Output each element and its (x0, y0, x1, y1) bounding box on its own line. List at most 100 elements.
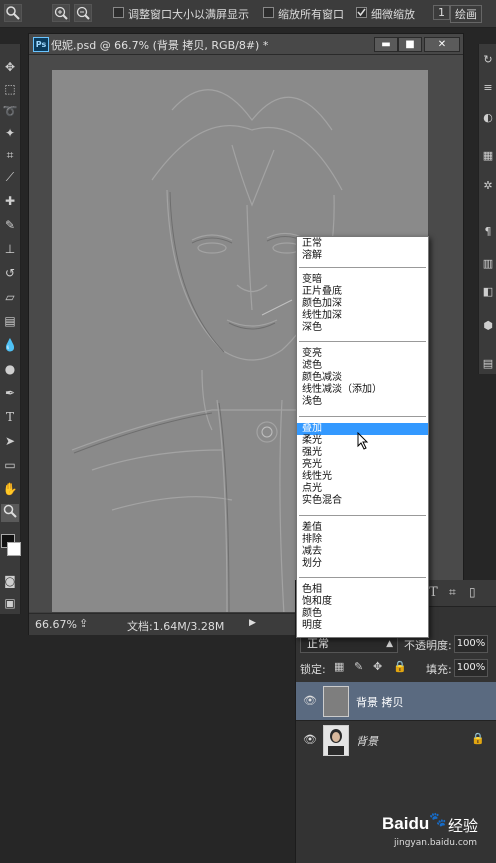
lock-all-icon[interactable]: 🔒 (393, 660, 407, 673)
menu-item-darker-color[interactable]: 深色 (297, 322, 428, 334)
menu-item-lighter-color[interactable]: 浅色 (297, 396, 428, 408)
zoom-icon[interactable] (4, 4, 22, 22)
menu-item-color[interactable]: 颜色 (297, 608, 428, 620)
visibility-eye-icon[interactable]: 👁 (303, 694, 317, 707)
menu-item-linear-light[interactable]: 线性光 (297, 471, 428, 483)
shape-filter-icon[interactable]: ⌗ (449, 585, 456, 600)
zoom-out-icon[interactable] (74, 4, 92, 22)
menu-item-dissolve[interactable]: 溶解 (297, 250, 428, 262)
magic-wand-icon[interactable]: ✦ (1, 124, 19, 142)
hand-tool-icon[interactable]: ✋ (1, 480, 19, 498)
scrubby-zoom-label: 细微缩放 (371, 8, 415, 21)
lock-position-icon[interactable]: ✥ (373, 660, 382, 673)
marquee-tool-icon[interactable]: ⬚ (1, 80, 19, 98)
menu-separator (299, 341, 426, 342)
fill-input[interactable]: 100% (454, 659, 488, 677)
pen-tool-icon[interactable]: ✒ (1, 384, 19, 402)
gear-icon[interactable]: ✲ (480, 178, 496, 194)
zoom-tool-icon[interactable] (1, 504, 19, 522)
menu-item-exclusion[interactable]: 排除 (297, 534, 428, 546)
close-button[interactable]: ✕ (424, 37, 460, 52)
menu-item-hard-mix[interactable]: 实色混合 (297, 495, 428, 507)
path-selection-icon[interactable]: ➤ (1, 432, 19, 450)
swatches-icon[interactable]: ◐ (480, 110, 496, 126)
quick-mask-icon[interactable]: ◙ (1, 572, 19, 590)
brush-presets-icon[interactable]: ≡ (480, 80, 496, 96)
crop-tool-icon[interactable]: ⌗ (1, 146, 19, 164)
export-icon[interactable]: ⇪ (79, 617, 88, 630)
3d-icon[interactable]: ⬢ (480, 318, 496, 334)
document-info: 文档:1.64M/3.28M (127, 620, 225, 633)
scrubby-zoom-checkbox[interactable] (356, 7, 367, 18)
layer-name[interactable]: 背景 (356, 733, 378, 749)
menu-item-subtract[interactable]: 减去 (297, 546, 428, 558)
blend-mode-value: 正常 (307, 637, 329, 650)
menu-item-difference[interactable]: 差值 (297, 522, 428, 534)
opacity-input[interactable]: 100% (454, 635, 488, 653)
menu-item-color-burn[interactable]: 颜色加深 (297, 298, 428, 310)
clone-stamp-icon[interactable]: ⊥ (1, 240, 19, 258)
document-tab[interactable]: Ps 倪妮.psd @ 66.7% (背景 拷贝, RGB/8#) * ▬ ■ … (29, 34, 463, 55)
zoom-in-icon[interactable] (52, 4, 70, 22)
layer-name[interactable]: 背景 拷贝 (356, 694, 404, 710)
type-filter-icon[interactable]: T (429, 585, 438, 600)
background-color-swatch[interactable] (7, 542, 21, 556)
shape-tool-icon[interactable]: ▭ (1, 456, 19, 474)
menu-item-vivid-light[interactable]: 亮光 (297, 459, 428, 471)
properties-icon[interactable]: ▤ (480, 356, 496, 372)
paragraph-icon[interactable]: ¶ (480, 224, 496, 240)
menu-item-linear-burn[interactable]: 线性加深 (297, 310, 428, 322)
history-brush-icon[interactable]: ↺ (1, 264, 19, 282)
lock-icon: 🔒 (471, 732, 485, 745)
eyedropper-icon[interactable]: ⟋ (1, 168, 19, 186)
zoom-all-label: 缩放所有窗口 (278, 8, 344, 21)
gradient-tool-icon[interactable]: ▤ (1, 312, 19, 330)
menu-item-hue[interactable]: 色相 (297, 584, 428, 596)
maximize-button[interactable]: ■ (398, 37, 422, 52)
minimize-button[interactable]: ▬ (374, 37, 398, 52)
dodge-tool-icon[interactable]: ● (1, 360, 19, 378)
eraser-tool-icon[interactable]: ▱ (1, 288, 19, 306)
lock-label: 锁定: (300, 663, 326, 676)
actual-pixels-button[interactable]: 1 (433, 5, 450, 20)
lasso-tool-icon[interactable]: ➰ (1, 102, 19, 120)
type-tool-icon[interactable]: T (1, 408, 19, 426)
lock-image-icon[interactable]: ✎ (354, 660, 363, 673)
visibility-eye-icon[interactable]: 👁 (303, 733, 317, 746)
grid-icon[interactable]: ▦ (480, 148, 496, 164)
screen-mode-icon[interactable]: ▣ (1, 594, 19, 612)
healing-brush-icon[interactable]: ✚ (1, 192, 19, 210)
menu-item-multiply[interactable]: 正片叠底 (297, 286, 428, 298)
smart-object-filter-icon[interactable]: ▯ (469, 585, 476, 599)
menu-item-darken[interactable]: 变暗 (297, 274, 428, 286)
move-tool-icon[interactable]: ✥ (1, 58, 19, 76)
blur-tool-icon[interactable]: 💧 (1, 336, 19, 354)
lock-transparent-icon[interactable]: ▦ (334, 660, 344, 673)
menu-item-lighten[interactable]: 变亮 (297, 348, 428, 360)
menu-item-screen[interactable]: 滤色 (297, 360, 428, 372)
document-title: 倪妮.psd @ 66.7% (背景 拷贝, RGB/8#) * (51, 39, 269, 52)
tools-panel: ✥ ⬚ ➰ ✦ ⌗ ⟋ ✚ ✎ ⊥ ↺ ▱ ▤ 💧 ● ✒ T ➤ ▭ ✋ ◙ … (0, 44, 21, 614)
menu-item-saturation[interactable]: 饱和度 (297, 596, 428, 608)
layer-row-background[interactable]: 👁 背景 🔒 (296, 720, 496, 759)
status-menu-arrow-icon[interactable]: ▶ (249, 618, 256, 628)
menu-item-pin-light[interactable]: 点光 (297, 483, 428, 495)
fit-screen-button[interactable]: 绘画 (450, 5, 482, 23)
zoom-level[interactable]: 66.67% (35, 618, 77, 631)
mouse-cursor-icon (357, 432, 369, 450)
menu-item-divide[interactable]: 划分 (297, 558, 428, 570)
watermark-url: jingyan.baidu.com (394, 838, 478, 848)
resize-windows-checkbox[interactable] (113, 7, 124, 18)
zoom-all-checkbox[interactable] (263, 7, 274, 18)
brush-tool-icon[interactable]: ✎ (1, 216, 19, 234)
baidu-jingyan-watermark: Baidu 🐾 经验 jingyan.baidu.com (382, 810, 492, 854)
character-icon[interactable]: ▥ (480, 256, 496, 272)
menu-item-linear-dodge[interactable]: 线性减淡（添加） (297, 384, 428, 396)
menu-item-luminosity[interactable]: 明度 (297, 620, 428, 632)
watermark-brand-cn: 经验 (448, 817, 479, 835)
layer-row-background-copy[interactable]: 👁 背景 拷贝 (296, 682, 496, 720)
menu-item-color-dodge[interactable]: 颜色减淡 (297, 372, 428, 384)
history-icon[interactable]: ↻ (480, 52, 496, 68)
menu-item-normal[interactable]: 正常 (297, 238, 428, 250)
adjustments-icon[interactable]: ◧ (480, 284, 496, 300)
